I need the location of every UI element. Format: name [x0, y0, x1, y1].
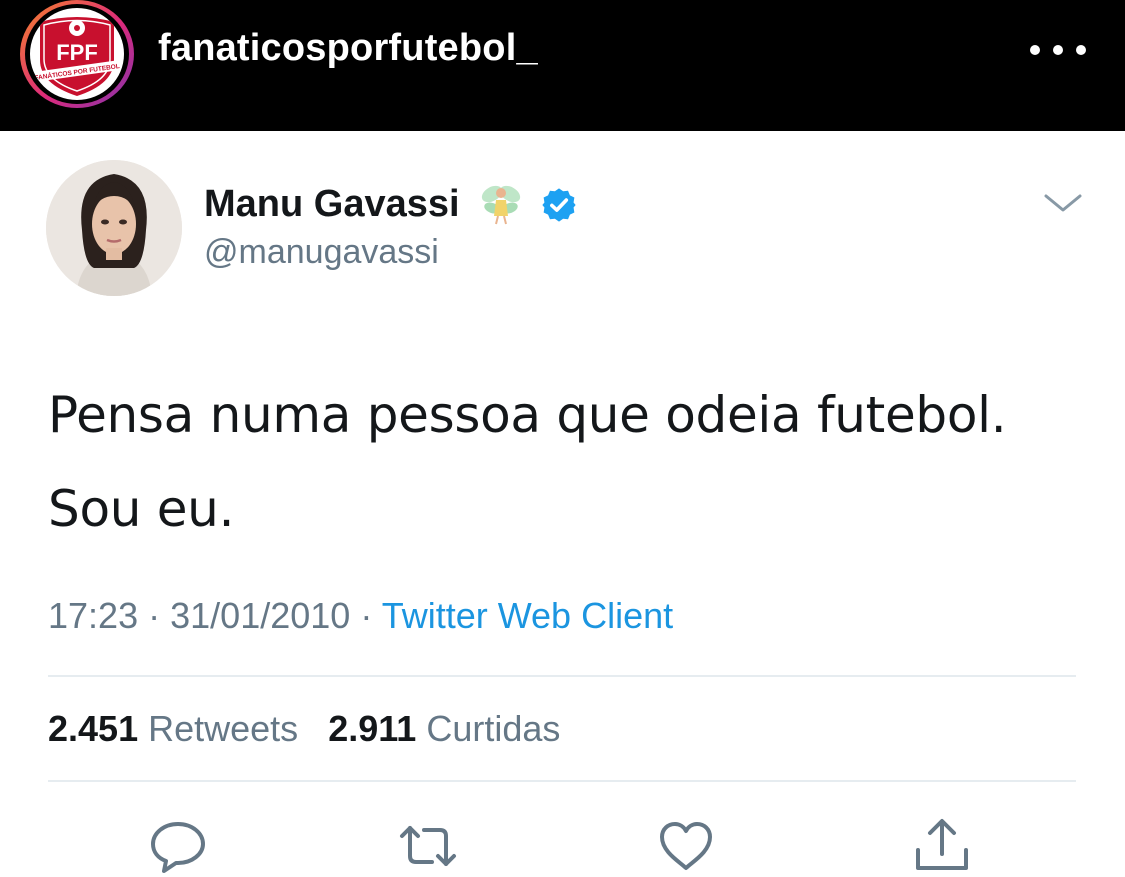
tweet-timestamp-row: 17:23 · 31/01/2010 · Twitter Web Client [48, 595, 673, 637]
tweet-stats-row: 2.451 Retweets 2.911 Curtidas [48, 708, 560, 750]
portrait-image [46, 160, 182, 296]
likes-count: 2.911 [328, 708, 417, 749]
retweets-count: 2.451 [48, 708, 139, 749]
tweet-text-line: Pensa numa pessoa que odeia futebol. [48, 386, 1007, 444]
fpf-logo: FPF FANÁTICOS POR FUTEBOL [30, 8, 124, 100]
tweet-date[interactable]: 31/01/2010 [170, 595, 350, 636]
divider [48, 780, 1076, 782]
tweet-display-name[interactable]: Manu Gavassi [204, 183, 460, 226]
chevron-down-icon[interactable] [1040, 188, 1086, 218]
meta-separator: · [148, 595, 161, 636]
more-dot [1053, 45, 1063, 55]
more-dot [1030, 45, 1040, 55]
tweet-time[interactable]: 17:23 [48, 595, 138, 636]
retweets-stat[interactable]: 2.451 Retweets [48, 708, 298, 749]
retweets-label: Retweets [148, 708, 299, 749]
fairy-emoji-icon [481, 185, 521, 225]
tweet-text-line: Sou eu. [48, 480, 235, 538]
tweet-author-avatar[interactable] [46, 160, 182, 296]
logo-letters: FPF [56, 40, 98, 65]
likes-stat[interactable]: 2.911 Curtidas [328, 708, 560, 749]
fpf-shield-logo: FPF FANÁTICOS POR FUTEBOL [34, 17, 120, 96]
like-icon[interactable] [656, 816, 716, 876]
tweet-source-link[interactable]: Twitter Web Client [382, 595, 673, 636]
verified-badge-icon [542, 188, 576, 222]
instagram-username[interactable]: fanaticosporfutebol_ [158, 27, 538, 70]
more-dot [1076, 45, 1086, 55]
retweet-icon[interactable] [398, 816, 458, 876]
meta-separator: · [360, 595, 373, 636]
likes-label: Curtidas [426, 708, 561, 749]
more-horizontal-icon[interactable] [1030, 30, 1086, 70]
tweet-text: Pensa numa pessoa que odeia futebol. Sou… [48, 368, 1088, 556]
profile-avatar[interactable]: FPF FANÁTICOS POR FUTEBOL [20, 0, 134, 108]
tweet-handle[interactable]: @manugavassi [204, 233, 439, 272]
instagram-post-header: FPF FANÁTICOS POR FUTEBOL fanaticosporfu… [0, 0, 1125, 131]
avatar-ring-gap: FPF FANÁTICOS POR FUTEBOL [25, 4, 129, 104]
reply-icon[interactable] [148, 816, 208, 876]
share-icon[interactable] [912, 816, 972, 876]
divider [48, 675, 1076, 677]
